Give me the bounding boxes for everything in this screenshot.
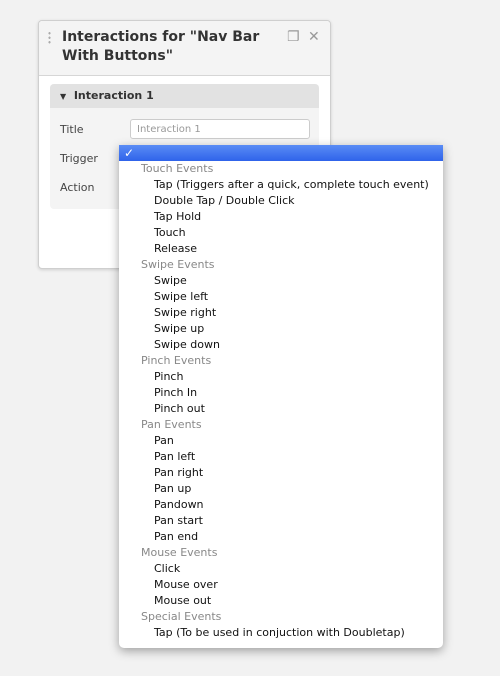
- dropdown-group-label: Touch Events: [141, 162, 214, 175]
- dropdown-group-label: Pan Events: [141, 418, 202, 431]
- dropdown-item[interactable]: Mouse out: [119, 593, 443, 609]
- collapse-triangle-icon: ▼: [60, 92, 67, 101]
- dropdown-item[interactable]: Pan left: [119, 449, 443, 465]
- trigger-dropdown[interactable]: ✓ Touch Events Tap (Triggers after a quic…: [119, 145, 443, 648]
- section-header[interactable]: ▼ Interaction 1: [50, 84, 319, 108]
- dropdown-item[interactable]: Mouse over: [119, 577, 443, 593]
- dropdown-group-label: Swipe Events: [141, 258, 215, 271]
- dropdown-item[interactable]: Tap (Triggers after a quick, complete to…: [119, 177, 443, 193]
- dropdown-item[interactable]: Tap Hold: [119, 209, 443, 225]
- dropdown-group-label: Pinch Events: [141, 354, 212, 367]
- popout-icon[interactable]: ❐: [287, 29, 300, 45]
- panel-title: Interactions for "Nav Bar With Buttons": [62, 29, 260, 64]
- dropdown-item[interactable]: Pinch In: [119, 385, 443, 401]
- dropdown-item[interactable]: Pan: [119, 433, 443, 449]
- title-input[interactable]: Interaction 1: [130, 119, 310, 139]
- dropdown-item[interactable]: Swipe up: [119, 321, 443, 337]
- dropdown-item[interactable]: Pan start: [119, 513, 443, 529]
- checkmark-icon: ✓: [124, 146, 135, 160]
- panel-header: Interactions for "Nav Bar With Buttons" …: [39, 21, 330, 76]
- dropdown-item[interactable]: Pandown: [119, 497, 443, 513]
- dropdown-item[interactable]: Pan right: [119, 465, 443, 481]
- dropdown-item[interactable]: Pan end: [119, 529, 443, 545]
- action-label: Action: [60, 181, 95, 194]
- dropdown-item[interactable]: Pan up: [119, 481, 443, 497]
- trigger-label: Trigger: [60, 152, 98, 165]
- title-label: Title: [60, 123, 84, 136]
- section-title: Interaction 1: [73, 89, 154, 102]
- dropdown-item[interactable]: Swipe: [119, 273, 443, 289]
- dropdown-group-label: Mouse Events: [141, 546, 218, 559]
- dropdown-item[interactable]: Tap (To be used in conjuction with Doubl…: [119, 625, 443, 641]
- dropdown-item[interactable]: Touch: [119, 225, 443, 241]
- dropdown-item[interactable]: Swipe down: [119, 337, 443, 353]
- dropdown-item[interactable]: Double Tap / Double Click: [119, 193, 443, 209]
- dropdown-item[interactable]: Swipe right: [119, 305, 443, 321]
- dropdown-item[interactable]: Swipe left: [119, 289, 443, 305]
- dropdown-item[interactable]: Release: [119, 241, 443, 257]
- drag-handle-icon[interactable]: [48, 31, 51, 45]
- dropdown-item[interactable]: Pinch: [119, 369, 443, 385]
- dropdown-item[interactable]: Pinch out: [119, 401, 443, 417]
- dropdown-group-label: Special Events: [141, 610, 222, 623]
- dropdown-item-selected[interactable]: ✓: [119, 145, 443, 161]
- dropdown-item[interactable]: Click: [119, 561, 443, 577]
- close-icon[interactable]: ✕: [308, 29, 320, 45]
